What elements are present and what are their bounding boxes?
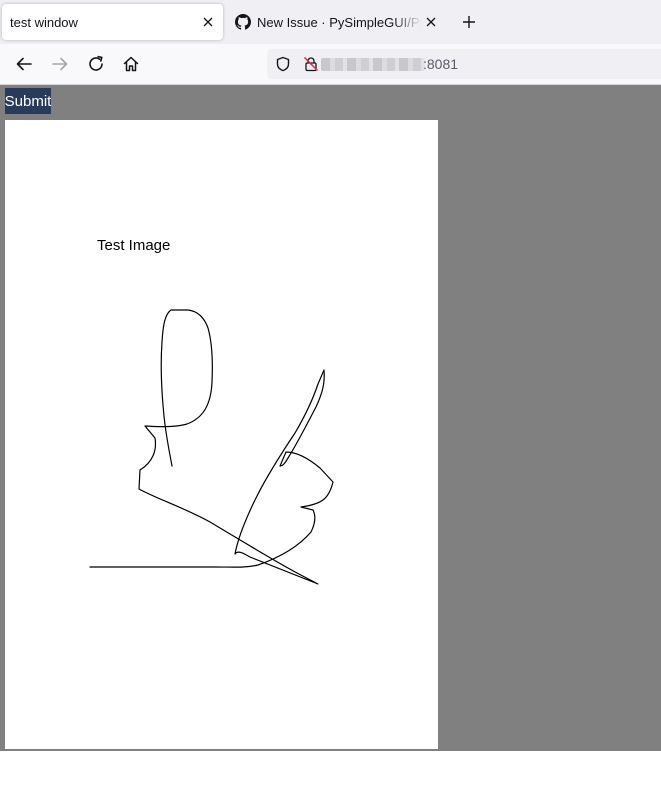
submit-button[interactable]: Submit [5, 88, 51, 114]
back-arrow-icon[interactable] [14, 54, 34, 74]
tab-close-icon[interactable] [422, 13, 440, 31]
app-window-background: Submit Test Image [0, 85, 661, 751]
graph-canvas[interactable]: Test Image [5, 120, 438, 749]
tab-strip: test window New Issue · PySimpleGUI/PySi… [0, 0, 661, 44]
tab-title: New Issue · PySimpleGUI/PySimpleGUI [257, 14, 422, 30]
github-icon [235, 14, 251, 30]
graph-title-text: Test Image [97, 237, 170, 254]
new-tab-plus-icon[interactable] [459, 12, 479, 32]
navigation-toolbar: :8081 [0, 44, 661, 85]
redacted-host [321, 58, 425, 71]
tracking-protection-shield-icon[interactable] [275, 56, 291, 72]
home-icon[interactable] [121, 54, 141, 74]
forward-arrow-icon[interactable] [50, 54, 70, 74]
tab-title: test window [10, 14, 78, 30]
tab-test-window[interactable]: test window [2, 4, 223, 40]
tab-close-icon[interactable] [199, 13, 217, 31]
tab-new-issue[interactable]: New Issue · PySimpleGUI/PySimpleGUI [230, 4, 442, 40]
reload-icon[interactable] [86, 54, 106, 74]
url-port-text: :8081 [423, 56, 459, 72]
insecure-lock-icon[interactable] [303, 56, 319, 72]
address-bar[interactable]: :8081 [267, 49, 661, 79]
